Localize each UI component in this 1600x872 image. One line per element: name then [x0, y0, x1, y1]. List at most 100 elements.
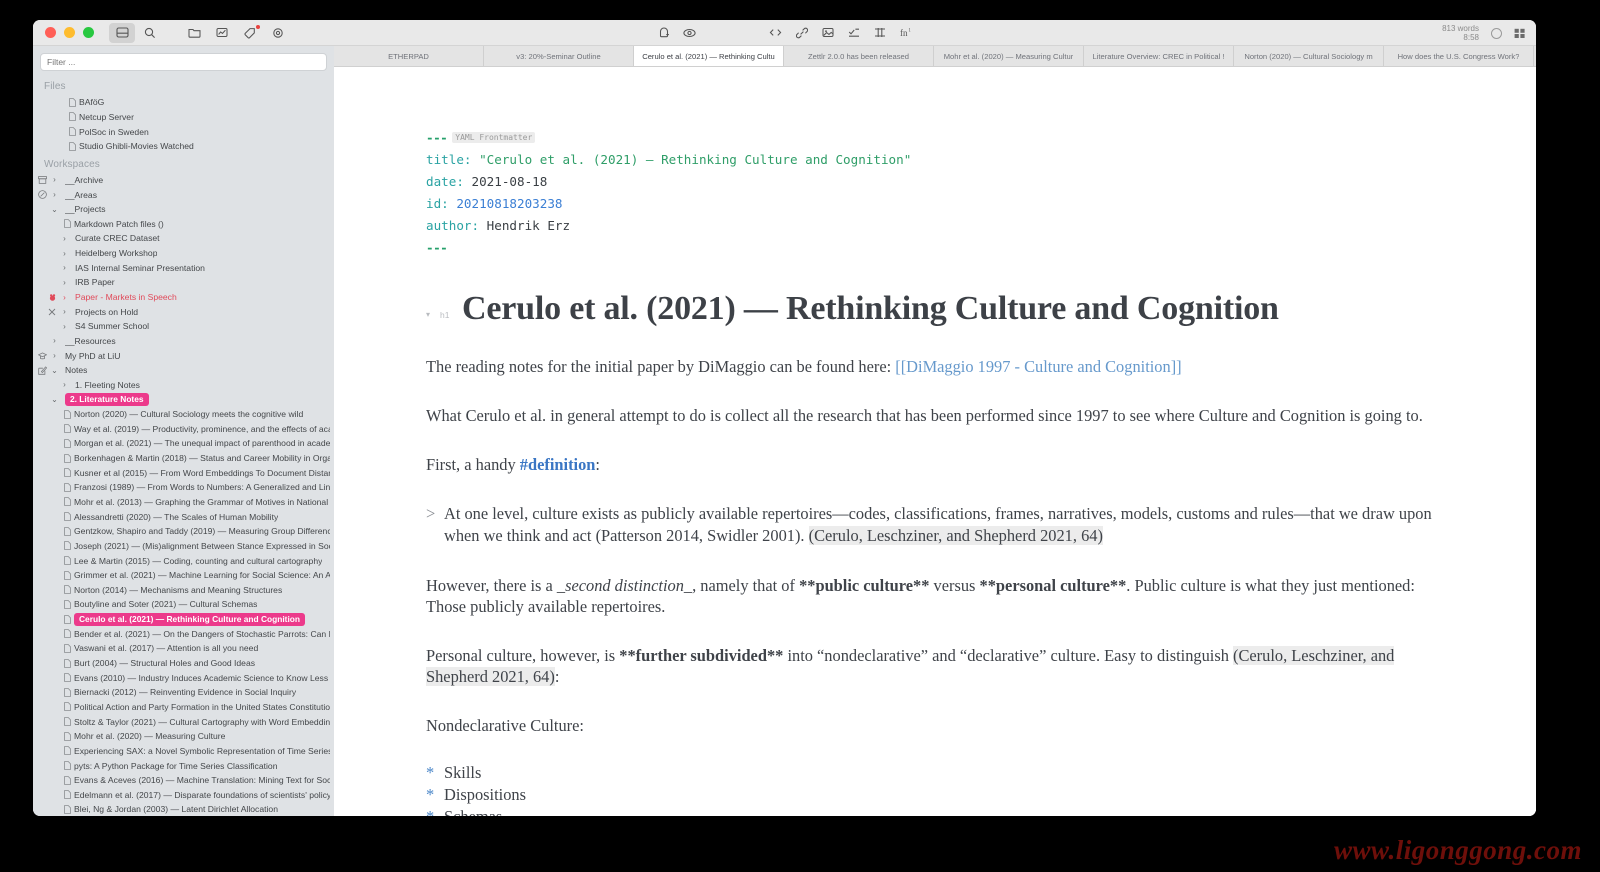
citation[interactable]: (Cerulo, Leschziner, and Shepherd 2021, …	[809, 526, 1103, 545]
link-icon[interactable]	[789, 23, 815, 43]
list-item[interactable]: Grimmer et al. (2021) — Machine Learning…	[33, 568, 334, 583]
chevron-right-icon[interactable]: ›	[59, 249, 70, 258]
stats-icon[interactable]	[209, 23, 235, 43]
list-item[interactable]: Mohr et al. (2013) — Graphing the Gramma…	[33, 495, 334, 510]
sidebar-item-ias-internal-seminar-presentation[interactable]: › IAS Internal Seminar Presentation	[33, 260, 334, 275]
tab-us-congress[interactable]: How does the U.S. Congress Work?	[1384, 46, 1534, 67]
chevron-right-icon[interactable]: ›	[59, 234, 70, 243]
sidebar-item-markdown-patch-files[interactable]: Markdown Patch files ()	[33, 216, 334, 231]
word-count-display[interactable]: 813 words 8:58	[1442, 24, 1479, 42]
list-item[interactable]: Bender et al. (2021) — On the Dangers of…	[33, 626, 334, 641]
list-item[interactable]: Mohr et al. (2020) — Measuring Culture	[33, 729, 334, 744]
chevron-right-icon[interactable]: ›	[59, 380, 70, 389]
list-item[interactable]: Franzosi (1989) — From Words to Numbers:…	[33, 480, 334, 495]
list-item[interactable]: Experiencing SAX: a Novel Symbolic Repre…	[33, 744, 334, 759]
sidebar-item-resources[interactable]: › __Resources	[33, 334, 334, 349]
sidebar-item-projects[interactable]: ⌄ __Projects	[33, 202, 334, 217]
chevron-right-icon[interactable]: ›	[49, 351, 60, 360]
list-item[interactable]: Borkenhagen & Martin (2018) — Status and…	[33, 451, 334, 466]
nondeclarative-bullet-list: *Skills *Dispositions *Schemas *Prototyp…	[426, 762, 1446, 816]
list-item[interactable]: Vaswani et al. (2017) — Attention is all…	[33, 641, 334, 656]
sidebar-toggle-icon[interactable]	[109, 23, 135, 43]
sidebar-item-areas[interactable]: › __Areas	[33, 187, 334, 202]
open-folder-icon[interactable]	[181, 23, 207, 43]
task-list-icon[interactable]	[841, 23, 867, 43]
file-list-item[interactable]: Studio Ghibli-Movies Watched	[33, 139, 334, 154]
tab-literature-overview[interactable]: Literature Overview: CREC in Political !	[1084, 46, 1234, 67]
list-item[interactable]: Political Action and Party Formation in …	[33, 700, 334, 715]
maximize-window-button[interactable]	[83, 27, 94, 38]
list-item[interactable]: Lee & Martin (2015) — Coding, counting a…	[33, 553, 334, 568]
list-item[interactable]: Stoltz & Taylor (2021) — Cultural Cartog…	[33, 714, 334, 729]
code-icon[interactable]	[763, 23, 789, 43]
sidebar-item-irb-paper[interactable]: › IRB Paper	[33, 275, 334, 290]
grid-view-icon[interactable]	[1514, 28, 1526, 39]
chevron-down-icon[interactable]: ⌄	[49, 395, 60, 404]
chevron-right-icon[interactable]: ›	[59, 278, 70, 287]
list-item[interactable]: Evans (2010) — Industry Induces Academic…	[33, 670, 334, 685]
progress-circle-icon[interactable]	[1491, 28, 1502, 39]
list-item[interactable]: Norton (2020) — Cultural Sociology meets…	[33, 407, 334, 422]
table-icon[interactable]	[867, 23, 893, 43]
list-item[interactable]: pyts: A Python Package for Time Series C…	[33, 758, 334, 773]
list-item[interactable]: Blei, Ng & Jordan (2003) — Latent Dirich…	[33, 802, 334, 816]
chevron-right-icon[interactable]: ›	[59, 322, 70, 331]
tab-seminar-outline[interactable]: v3: 20%-Seminar Outline	[484, 46, 634, 67]
sidebar-item-projects-on-hold[interactable]: › Projects on Hold	[33, 304, 334, 319]
list-item[interactable]: Kusner et al (2015) — From Word Embeddin…	[33, 465, 334, 480]
list-item[interactable]: Morgan et al. (2021) — The unequal impac…	[33, 436, 334, 451]
list-item[interactable]: Joseph (2021) — (Mis)alignment Between S…	[33, 539, 334, 554]
chevron-right-icon[interactable]: ›	[59, 307, 70, 316]
tab-mohr-measuring-culture[interactable]: Mohr et al. (2020) — Measuring Cultur	[934, 46, 1084, 67]
sidebar-item-literature-notes[interactable]: ⌄ 2. Literature Notes	[33, 392, 334, 407]
tab-cerulo-rethinking-culture[interactable]: Cerulo et al. (2021) — Rethinking Cultu	[634, 46, 784, 67]
chevron-down-icon[interactable]: ⌄	[49, 205, 60, 214]
list-item[interactable]: Evans & Aceves (2016) — Machine Translat…	[33, 773, 334, 788]
sidebar-item-curate-crec-dataset[interactable]: › Curate CREC Dataset	[33, 231, 334, 246]
sidebar-item-my-phd-at-liu[interactable]: › My PhD at LiU	[33, 348, 334, 363]
list-item[interactable]: Norton (2014) — Mechanisms and Meaning S…	[33, 583, 334, 598]
preview-eye-icon[interactable]	[677, 23, 703, 43]
sidebar-item-archive[interactable]: › __Archive	[33, 173, 334, 188]
note-label: Franzosi (1989) — From Words to Numbers:…	[74, 482, 330, 492]
chevron-down-icon[interactable]: ⌄	[49, 366, 60, 375]
collapse-heading-icon[interactable]: ▾	[426, 310, 440, 328]
list-item[interactable]: Gentzkow, Shapiro and Taddy (2019) — Mea…	[33, 524, 334, 539]
tab-norton-cultural-sociology[interactable]: Norton (2020) — Cultural Sociology m	[1234, 46, 1384, 67]
file-list-item[interactable]: BAföG	[33, 95, 334, 110]
chevron-right-icon[interactable]: ›	[49, 336, 60, 345]
file-icon	[60, 410, 74, 419]
internal-link[interactable]: [[DiMaggio 1997 - Culture and Cognition]…	[895, 357, 1181, 376]
hashtag-definition[interactable]: #definition	[520, 455, 596, 474]
list-item[interactable]: Edelmann et al. (2017) — Disparate found…	[33, 787, 334, 802]
share-export-icon[interactable]	[651, 23, 677, 43]
filter-input[interactable]	[40, 53, 327, 71]
file-list-item[interactable]: PolSoc in Sweden	[33, 124, 334, 139]
list-item[interactable]: Biernacki (2012) — Reinventing Evidence …	[33, 685, 334, 700]
editor-pane[interactable]: ---YAML Frontmatter title: "Cerulo et al…	[334, 67, 1536, 816]
close-window-button[interactable]	[45, 27, 56, 38]
sidebar-item-notes[interactable]: ⌄ Notes	[33, 363, 334, 378]
chevron-right-icon[interactable]: ›	[49, 190, 60, 199]
tab-etherpad[interactable]: ETHERPAD	[334, 46, 484, 67]
footnote-icon[interactable]: fn1	[893, 23, 919, 43]
list-item[interactable]: Alessandretti (2020) — The Scales of Hum…	[33, 509, 334, 524]
chevron-right-icon[interactable]: ›	[49, 175, 60, 184]
list-item[interactable]: Boutyline and Soter (2021) — Cultural Sc…	[33, 597, 334, 612]
sidebar-item-fleeting-notes[interactable]: › 1. Fleeting Notes	[33, 378, 334, 393]
image-icon[interactable]	[815, 23, 841, 43]
sidebar-item-heidelberg-workshop[interactable]: › Heidelberg Workshop	[33, 246, 334, 261]
minimize-window-button[interactable]	[64, 27, 75, 38]
sidebar-item-paper-markets-in-speech[interactable]: › Paper - Markets in Speech	[33, 290, 334, 305]
search-icon[interactable]	[137, 23, 163, 43]
chevron-right-icon[interactable]: ›	[59, 263, 70, 272]
file-list-item[interactable]: Netcup Server	[33, 110, 334, 125]
chevron-right-icon[interactable]: ›	[59, 293, 70, 302]
tab-zettlr-release[interactable]: Zettlr 2.0.0 has been released	[784, 46, 934, 67]
sidebar-item-s4-summer-school[interactable]: › S4 Summer School	[33, 319, 334, 334]
preferences-gear-icon[interactable]	[265, 23, 291, 43]
list-item-selected[interactable]: Cerulo et al. (2021) — Rethinking Cultur…	[33, 612, 334, 627]
tag-icon[interactable]	[237, 23, 263, 43]
list-item[interactable]: Way et al. (2019) — Productivity, promin…	[33, 421, 334, 436]
list-item[interactable]: Burt (2004) — Structural Holes and Good …	[33, 656, 334, 671]
